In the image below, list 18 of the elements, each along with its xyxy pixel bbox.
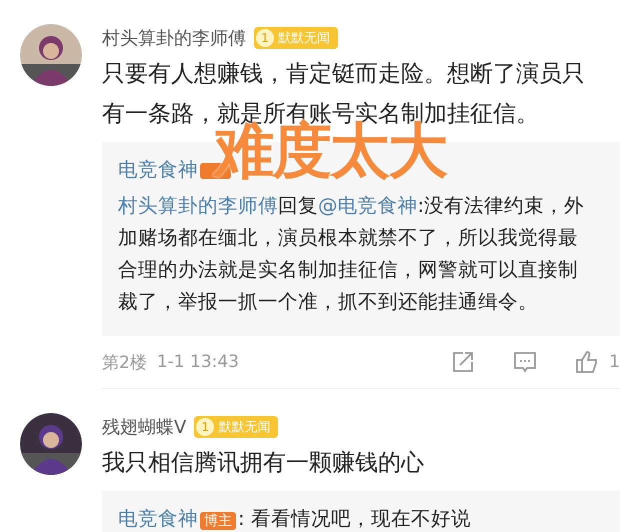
username[interactable]: 残翅蝴蝶V — [102, 415, 186, 439]
like-count: 1 — [609, 352, 620, 372]
author-link[interactable]: 电竞食神 — [118, 507, 198, 530]
blogger-badge: 博主 — [200, 512, 236, 530]
comment-text: 我只相信腾讯拥有一颗赚钱的心 — [102, 449, 425, 478]
username[interactable]: 村头算卦的李师傅 — [102, 26, 246, 50]
thumbs-up-icon[interactable] — [575, 350, 600, 374]
floor-number: 第2楼 — [102, 352, 147, 374]
level-badge: 1 默默无闻 — [194, 416, 278, 438]
timestamp: 1-1 13:43 — [156, 352, 239, 372]
author-link[interactable]: 村头算卦的李师傅 — [118, 194, 278, 217]
reply-text: 村头算卦的李师傅回复@电竞食神:没有法律约束，外加赌场都在缅北，演员根本就禁不了，所以我觉得最合理的办法就是实名制加挂征信，网警就可以直接制裁了，举报一抓一个准，抓不到还能挂通缉令。 — [118, 193, 586, 315]
level-badge: 1 默默无闻 — [254, 27, 338, 49]
share-icon[interactable] — [451, 350, 476, 374]
reply-text: 电竞食神 博主 : 看看情况吧，现在不好说 — [118, 506, 472, 532]
author-link[interactable]: 电竞食神 — [118, 158, 198, 181]
mention-link[interactable]: @电竞食神 — [318, 194, 418, 217]
comment-icon[interactable] — [513, 350, 538, 374]
